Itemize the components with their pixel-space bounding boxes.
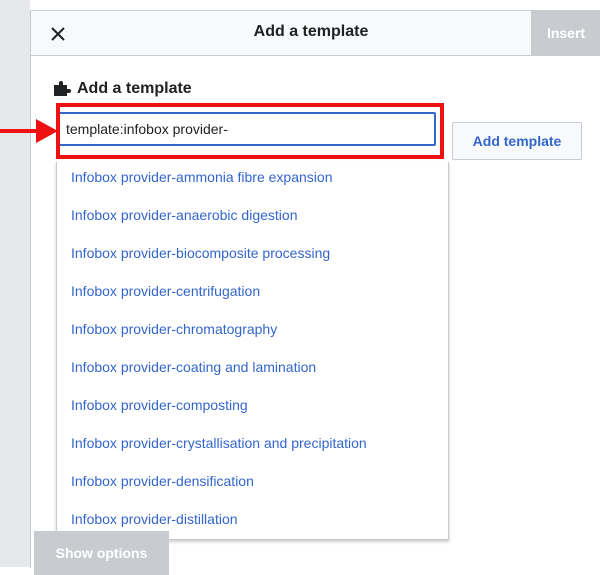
suggestion-item[interactable]: Infobox provider-anaerobic digestion [71,206,297,224]
dialog-header: Add a template Insert [31,11,600,56]
puzzle-piece-icon [54,81,71,96]
suggestion-item[interactable]: Infobox provider-densification [71,472,254,490]
suggestion-item[interactable]: Infobox provider-composting [71,396,248,414]
dialog-title: Add a template [253,23,369,40]
add-template-button[interactable]: Add template [452,122,582,160]
close-button[interactable] [45,21,71,47]
suggestion-item[interactable]: Infobox provider-coating and lamination [71,358,316,376]
section-heading: Add a template [53,80,192,98]
section-heading-text: Add a template [77,80,192,97]
close-icon [51,27,65,41]
suggestion-item[interactable]: Infobox provider-ammonia fibre expansion [71,168,332,186]
suggestion-dropdown: Infobox provider-ammonia fibre expansion… [56,162,449,540]
suggestion-item[interactable]: Infobox provider-crystallisation and pre… [71,434,367,452]
suggestion-item[interactable]: Infobox provider-centrifugation [71,282,260,300]
template-search-input[interactable] [56,112,436,146]
suggestion-item[interactable]: Infobox provider-distillation [71,510,238,528]
add-template-dialog: Add a template Insert Add a template Add… [30,10,600,575]
annotation-arrow-icon [0,119,58,143]
show-options-button[interactable]: Show options [34,531,169,575]
suggestion-item[interactable]: Infobox provider-biocomposite processing [71,244,330,262]
suggestion-item[interactable]: Infobox provider-chromatography [71,320,277,338]
background-strip [0,0,30,567]
insert-button[interactable]: Insert [531,11,600,55]
